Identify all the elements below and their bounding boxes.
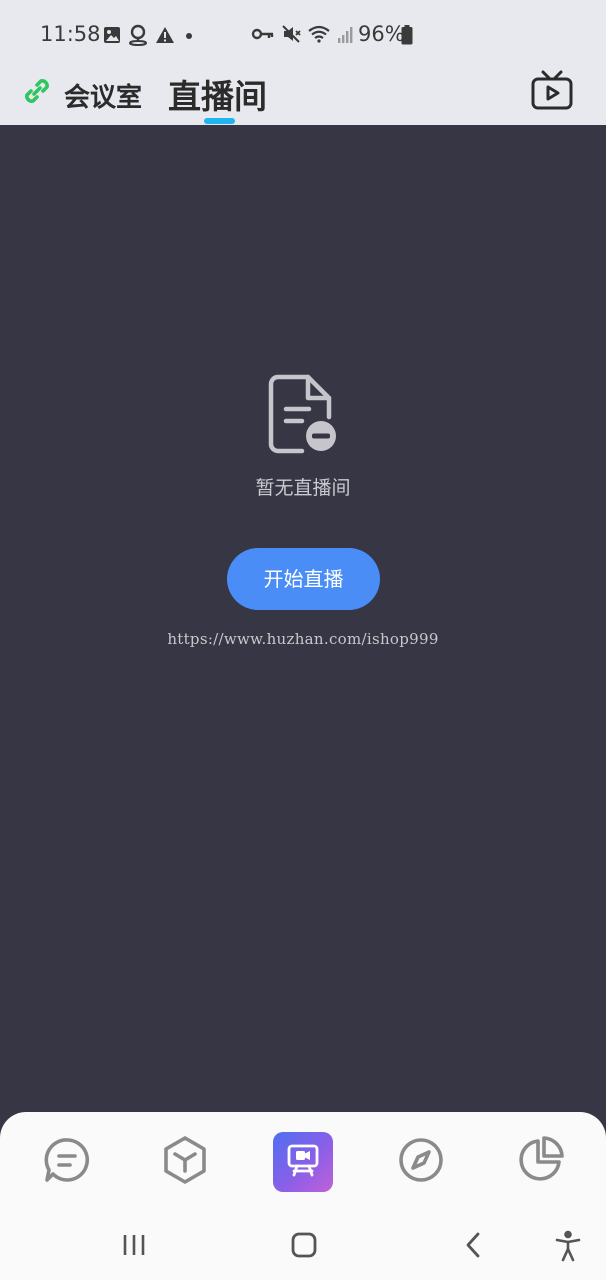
system-nav	[0, 1212, 606, 1280]
compass-icon	[397, 1136, 445, 1188]
main-content: 暂无直播间 开始直播 https://www.huzhan.com/ishop9…	[0, 125, 606, 1115]
location-icon	[127, 24, 149, 50]
tab-meeting-room[interactable]: 会议室	[64, 77, 142, 114]
home-icon[interactable]	[290, 1230, 318, 1264]
active-tab-indicator	[204, 118, 235, 124]
bottom-nav	[0, 1112, 606, 1212]
mute-icon	[281, 24, 301, 48]
document-minus-icon	[266, 373, 340, 461]
status-bar: 11:58 96%	[0, 0, 606, 70]
empty-state-text: 暂无直播间	[255, 477, 351, 499]
start-live-button[interactable]: 开始直播	[227, 548, 380, 610]
status-left-icons	[103, 24, 197, 50]
battery-icon	[401, 25, 413, 49]
pie-chart-icon	[515, 1135, 565, 1189]
watermark-url: https://www.huzhan.com/ishop999	[167, 630, 439, 648]
nav-item-compass[interactable]	[391, 1132, 451, 1192]
live-presentation-icon	[285, 1142, 321, 1182]
link-icon[interactable]	[20, 74, 54, 112]
signal-icon	[337, 24, 353, 48]
battery-percentage: 96%	[358, 22, 405, 46]
wifi-icon	[307, 24, 331, 48]
nav-item-stats[interactable]	[510, 1132, 570, 1192]
tab-live-room[interactable]: 直播间	[168, 70, 267, 118]
status-time: 11:58	[40, 22, 101, 46]
cube-icon	[161, 1135, 209, 1189]
nav-item-chat[interactable]	[37, 1132, 97, 1192]
status-right-icons	[251, 24, 353, 48]
image-icon	[103, 26, 121, 48]
dot-icon	[181, 26, 197, 48]
warning-icon	[155, 26, 175, 48]
recent-apps-icon[interactable]	[122, 1230, 146, 1264]
accessibility-icon[interactable]	[554, 1230, 582, 1266]
back-icon[interactable]	[462, 1230, 484, 1264]
nav-item-cube[interactable]	[155, 1132, 215, 1192]
tv-play-icon[interactable]	[530, 70, 574, 116]
chat-icon	[43, 1136, 91, 1188]
key-icon	[251, 25, 275, 47]
header: 会议室 直播间	[0, 70, 606, 125]
nav-live-active-bg	[273, 1132, 333, 1192]
nav-item-live[interactable]	[273, 1132, 333, 1192]
